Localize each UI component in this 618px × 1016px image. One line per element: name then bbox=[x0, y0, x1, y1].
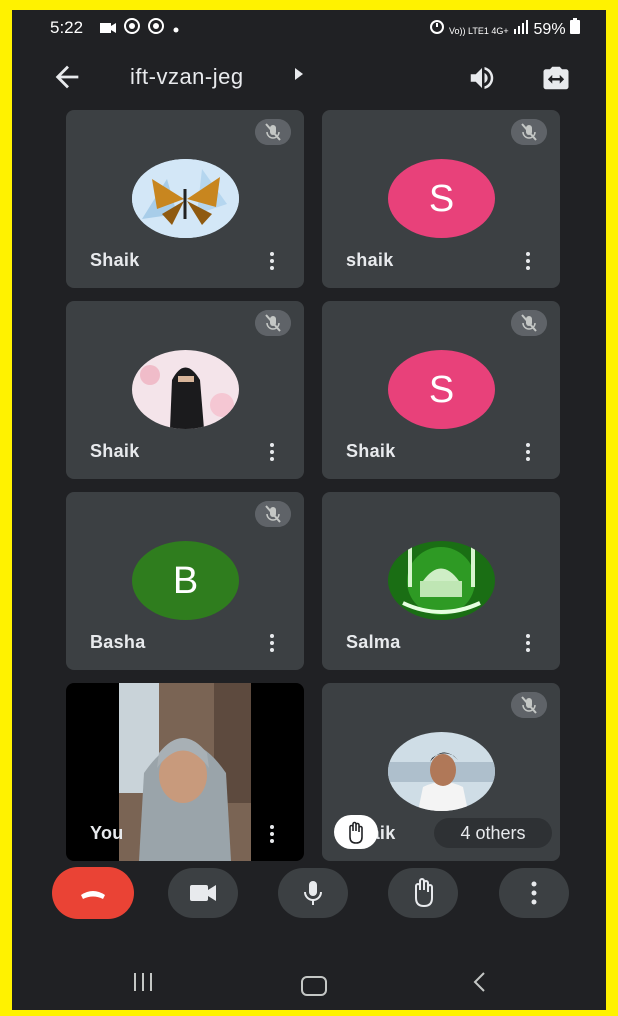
nav-back-icon[interactable] bbox=[472, 971, 486, 993]
microphone-button[interactable] bbox=[278, 868, 348, 918]
participant-tile[interactable]: Shaik 4 others bbox=[322, 683, 560, 861]
participant-tile[interactable]: Salma bbox=[322, 492, 560, 670]
status-bar: 5:22 Vo)) LTE1 4G+ 59% bbox=[12, 10, 606, 46]
avatar-letter: B bbox=[132, 541, 239, 620]
end-call-button[interactable] bbox=[52, 867, 134, 919]
mic-off-icon bbox=[511, 692, 547, 718]
phone-screen: 5:22 Vo)) LTE1 4G+ 59% ift-vzan-jeg Shai… bbox=[12, 10, 606, 1010]
notification-icons bbox=[100, 18, 180, 37]
more-vert-icon[interactable] bbox=[524, 632, 532, 654]
participant-name: shaik bbox=[346, 250, 394, 270]
status-right: Vo)) LTE1 4G+ 59% bbox=[429, 18, 580, 39]
chrome-icon bbox=[147, 18, 164, 34]
more-vert-icon[interactable] bbox=[268, 632, 276, 654]
switch-camera-icon[interactable] bbox=[539, 63, 573, 93]
hand-raised-badge bbox=[334, 815, 378, 849]
camera-icon bbox=[190, 885, 216, 901]
participant-tile[interactable]: Shaik bbox=[66, 301, 304, 479]
microphone-icon bbox=[304, 881, 322, 905]
call-controls bbox=[12, 867, 606, 948]
mic-off-icon bbox=[255, 119, 291, 145]
avatar-photo bbox=[132, 159, 239, 238]
avatar-letter: S bbox=[388, 350, 495, 429]
avatar-photo bbox=[388, 732, 495, 811]
participant-name: Shaik bbox=[90, 250, 140, 270]
recents-icon[interactable] bbox=[132, 973, 154, 991]
meeting-code[interactable]: ift-vzan-jeg bbox=[130, 64, 244, 90]
battery-icon bbox=[570, 18, 580, 34]
participant-name: Shaik bbox=[346, 441, 396, 461]
end-call-icon bbox=[81, 891, 105, 899]
participant-tile[interactable]: S shaik bbox=[322, 110, 560, 288]
more-vert-icon[interactable] bbox=[524, 441, 532, 463]
system-nav-bar bbox=[12, 958, 606, 1010]
more-vert-icon[interactable] bbox=[268, 250, 276, 272]
video-icon bbox=[100, 23, 116, 33]
self-video bbox=[119, 683, 251, 861]
camera-button[interactable] bbox=[168, 868, 238, 918]
speaker-icon[interactable] bbox=[467, 63, 497, 93]
avatar-photo bbox=[132, 350, 239, 429]
mic-off-icon bbox=[511, 119, 547, 145]
participant-tile[interactable]: S Shaik bbox=[322, 301, 560, 479]
raise-hand-icon bbox=[415, 878, 433, 908]
mic-off-icon bbox=[511, 310, 547, 336]
more-options-button[interactable] bbox=[499, 868, 569, 918]
participant-name: Shaik bbox=[90, 441, 140, 461]
self-view-tile[interactable]: You bbox=[66, 683, 304, 861]
raise-hand-button[interactable] bbox=[388, 868, 458, 918]
chrome-icon bbox=[123, 18, 140, 34]
top-app-bar: ift-vzan-jeg bbox=[12, 54, 606, 102]
participant-tile[interactable]: Shaik bbox=[66, 110, 304, 288]
home-icon[interactable] bbox=[301, 976, 327, 996]
mic-off-icon bbox=[255, 501, 291, 527]
signal-icon bbox=[514, 20, 529, 34]
status-time: 5:22 bbox=[50, 18, 84, 37]
participant-name: You bbox=[90, 823, 124, 843]
participant-name: Basha bbox=[90, 632, 146, 652]
more-vert-icon[interactable] bbox=[268, 823, 276, 845]
more-vert-icon[interactable] bbox=[524, 250, 532, 272]
participant-tile[interactable]: B Basha bbox=[66, 492, 304, 670]
avatar-letter: S bbox=[388, 159, 495, 238]
avatar-photo bbox=[388, 541, 495, 620]
alarm-icon bbox=[429, 20, 444, 34]
mic-off-icon bbox=[255, 310, 291, 336]
others-count-chip[interactable]: 4 others bbox=[434, 818, 552, 848]
back-arrow-icon[interactable] bbox=[50, 60, 84, 94]
more-icon bbox=[531, 881, 537, 905]
battery-percent: 59% bbox=[533, 21, 566, 38]
caret-right-icon[interactable] bbox=[295, 68, 303, 80]
network-labels: Vo)) LTE1 4G+ bbox=[448, 26, 509, 36]
more-vert-icon[interactable] bbox=[268, 441, 276, 463]
dot-icon bbox=[173, 27, 179, 33]
participant-name: Salma bbox=[346, 632, 401, 652]
